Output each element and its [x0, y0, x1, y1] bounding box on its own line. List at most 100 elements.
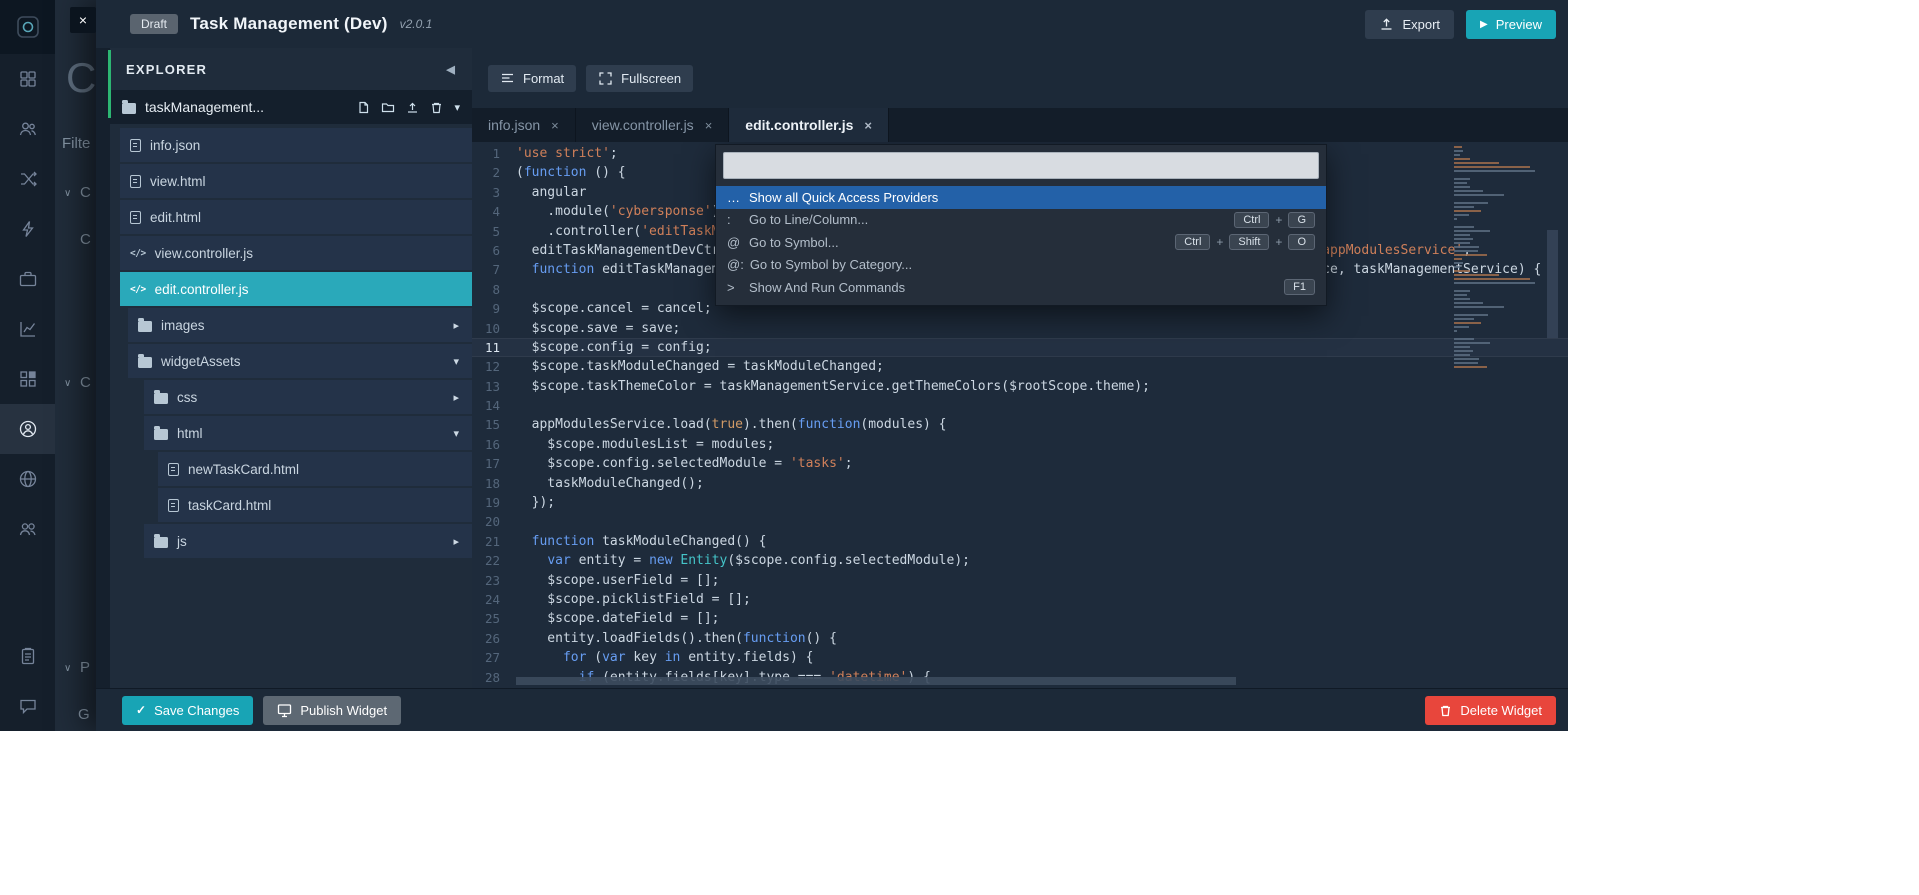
plus-separator: + — [1275, 235, 1283, 250]
chevron-right-icon[interactable]: ▸ — [453, 535, 472, 548]
file-explorer: EXPLORER ◀ taskManagement... ▾ info.json… — [110, 48, 472, 688]
users-icon[interactable] — [0, 104, 55, 154]
tree-folder-row[interactable]: html ▾ — [144, 416, 472, 450]
globe-icon[interactable] — [0, 454, 55, 504]
vertical-scrollbar[interactable] — [1547, 142, 1558, 676]
plus-separator: + — [1216, 235, 1224, 250]
chevron-down-icon[interactable]: ▾ — [454, 101, 460, 114]
code-line[interactable]: 19 }); — [472, 493, 1568, 512]
code-line[interactable]: 18 taskModuleChanged(); — [472, 474, 1568, 493]
clipboard-icon[interactable] — [0, 631, 55, 681]
chevron-right-icon[interactable]: ▸ — [453, 319, 472, 332]
code-line[interactable]: 25 $scope.dateField = []; — [472, 609, 1568, 628]
tree-file-row[interactable]: taskCard.html — [158, 488, 472, 522]
chevron-down-icon[interactable]: ▾ — [453, 355, 472, 368]
section-chevron-icon: ∨ — [64, 663, 72, 674]
widgets-icon[interactable] — [0, 354, 55, 404]
editor-tab[interactable]: info.json × — [472, 108, 576, 142]
code-line[interactable]: 17 $scope.config.selectedModule = 'tasks… — [472, 454, 1568, 473]
file-icon — [130, 138, 141, 152]
quick-access-item[interactable]: @ Go to Symbol... Ctrl + Shift + O — [716, 231, 1326, 254]
code-line[interactable]: 24 $scope.picklistField = []; — [472, 590, 1568, 609]
quick-access-palette: … Show all Quick Access Providers: Go to L… — [715, 144, 1327, 306]
root-folder-row[interactable]: taskManagement... ▾ — [110, 90, 472, 124]
quick-access-item[interactable]: > Show And Run Commands F1 — [716, 276, 1326, 299]
tree-folder-row[interactable]: images ▸ — [128, 308, 472, 342]
editor-tab[interactable]: view.controller.js × — [576, 108, 730, 142]
grid-icon[interactable] — [0, 54, 55, 104]
chevron-down-icon[interactable]: ▾ — [453, 427, 472, 440]
delete-widget-button[interactable]: Delete Widget — [1425, 695, 1556, 725]
code-line[interactable]: 14 — [472, 396, 1568, 415]
code-line[interactable]: 16 $scope.modulesList = modules; — [472, 435, 1568, 454]
save-changes-button[interactable]: ✓ Save Changes — [122, 695, 254, 725]
quick-access-item[interactable]: : Go to Line/Column... Ctrl + G — [716, 209, 1326, 232]
minimap[interactable] — [1454, 142, 1542, 370]
vertical-scrollbar-thumb[interactable] — [1547, 230, 1558, 338]
automation-icon[interactable] — [0, 204, 55, 254]
format-button[interactable]: Format — [488, 64, 577, 92]
widget-editor-modal: Draft Task Management (Dev) v2.0.1 Expor… — [96, 0, 1568, 731]
tree-file-row[interactable]: newTaskCard.html — [158, 452, 472, 486]
horizontal-scrollbar[interactable] — [516, 677, 1428, 685]
code-line[interactable]: 10 $scope.save = save; — [472, 319, 1568, 338]
reports-icon[interactable] — [0, 304, 55, 354]
code-line[interactable]: 13 $scope.taskThemeColor = taskManagemen… — [472, 377, 1568, 396]
code-line[interactable]: 22 var entity = new Entity($scope.config… — [472, 551, 1568, 570]
line-number: 2 — [492, 165, 500, 181]
tree-item-label: edit.controller.js — [154, 281, 249, 297]
close-icon[interactable]: × — [70, 7, 96, 33]
quick-access-input[interactable] — [723, 152, 1319, 179]
quick-access-item[interactable]: @: Go to Symbol by Category... — [716, 254, 1326, 277]
section-chevron-icon: ∨ — [64, 378, 72, 389]
tree-folder-row[interactable]: js ▸ — [144, 524, 472, 558]
quick-access-label: Show all Quick Access Providers — [749, 189, 939, 205]
code-text: var entity = new Entity($scope.config.se… — [547, 553, 970, 569]
tree-folder-row[interactable]: css ▸ — [144, 380, 472, 414]
upload-icon[interactable] — [406, 101, 419, 114]
export-button[interactable]: Export — [1365, 9, 1455, 39]
line-number: 1 — [492, 146, 500, 161]
editor-panel: Format Fullscreen info.json × view.control… — [472, 48, 1568, 688]
fullscreen-button[interactable]: Fullscreen — [586, 64, 694, 92]
code-file-icon: </> — [130, 283, 146, 295]
people-icon[interactable] — [0, 504, 55, 554]
code-line[interactable]: 15 appModulesService.load(true).then(fun… — [472, 415, 1568, 434]
code-text: taskModuleChanged(); — [516, 475, 704, 491]
tab-close-icon[interactable]: × — [705, 118, 713, 133]
tree-file-row[interactable]: edit.html — [120, 200, 472, 234]
horizontal-scrollbar-thumb[interactable] — [516, 677, 1236, 685]
code-editor[interactable]: 1'use strict'; 2 (function () {3 angular 4 … — [472, 142, 1568, 688]
tree-folder-row[interactable]: widgetAssets ▾ — [128, 344, 472, 378]
collapse-explorer-icon[interactable]: ◀ — [446, 63, 456, 76]
quick-access-prefix: @ — [727, 234, 741, 250]
code-line[interactable]: 23 $scope.userField = []; — [472, 571, 1568, 590]
code-line[interactable]: 27 for (var key in entity.fields) { — [472, 648, 1568, 667]
publish-widget-button[interactable]: Publish Widget — [263, 695, 402, 725]
quick-access-label: Go to Line/Column... — [749, 212, 869, 228]
briefcase-icon[interactable] — [0, 254, 55, 304]
editor-tab[interactable]: edit.controller.js × — [729, 108, 890, 142]
tab-close-icon[interactable]: × — [864, 118, 872, 133]
tree-file-row[interactable]: </> edit.controller.js — [120, 272, 472, 306]
chevron-right-icon[interactable]: ▸ — [453, 391, 472, 404]
line-number: 16 — [484, 436, 500, 452]
profile-icon[interactable] — [0, 404, 55, 454]
tree-file-row[interactable]: view.html — [120, 164, 472, 198]
code-line[interactable]: 26 entity.loadFields().then(function() { — [472, 629, 1568, 648]
tree-file-row[interactable]: </> view.controller.js — [120, 236, 472, 270]
quick-access-item[interactable]: … Show all Quick Access Providers — [716, 186, 1326, 209]
new-file-icon[interactable] — [357, 101, 370, 114]
code-line[interactable]: 21 function taskModuleChanged() { — [472, 532, 1568, 551]
new-folder-icon[interactable] — [381, 101, 395, 114]
code-line[interactable]: 20 — [472, 512, 1568, 531]
code-line[interactable]: 11 $scope.config = config; — [472, 337, 1568, 358]
app-logo-icon[interactable] — [0, 0, 55, 54]
flows-icon[interactable] — [0, 154, 55, 204]
trash-icon[interactable] — [430, 101, 443, 114]
code-line[interactable]: 12 $scope.taskModuleChanged = taskModule… — [472, 357, 1568, 376]
preview-button[interactable]: ▶ Preview — [1466, 9, 1556, 39]
tree-file-row[interactable]: info.json — [120, 128, 472, 162]
tab-close-icon[interactable]: × — [551, 118, 559, 133]
chat-icon[interactable] — [0, 681, 55, 731]
